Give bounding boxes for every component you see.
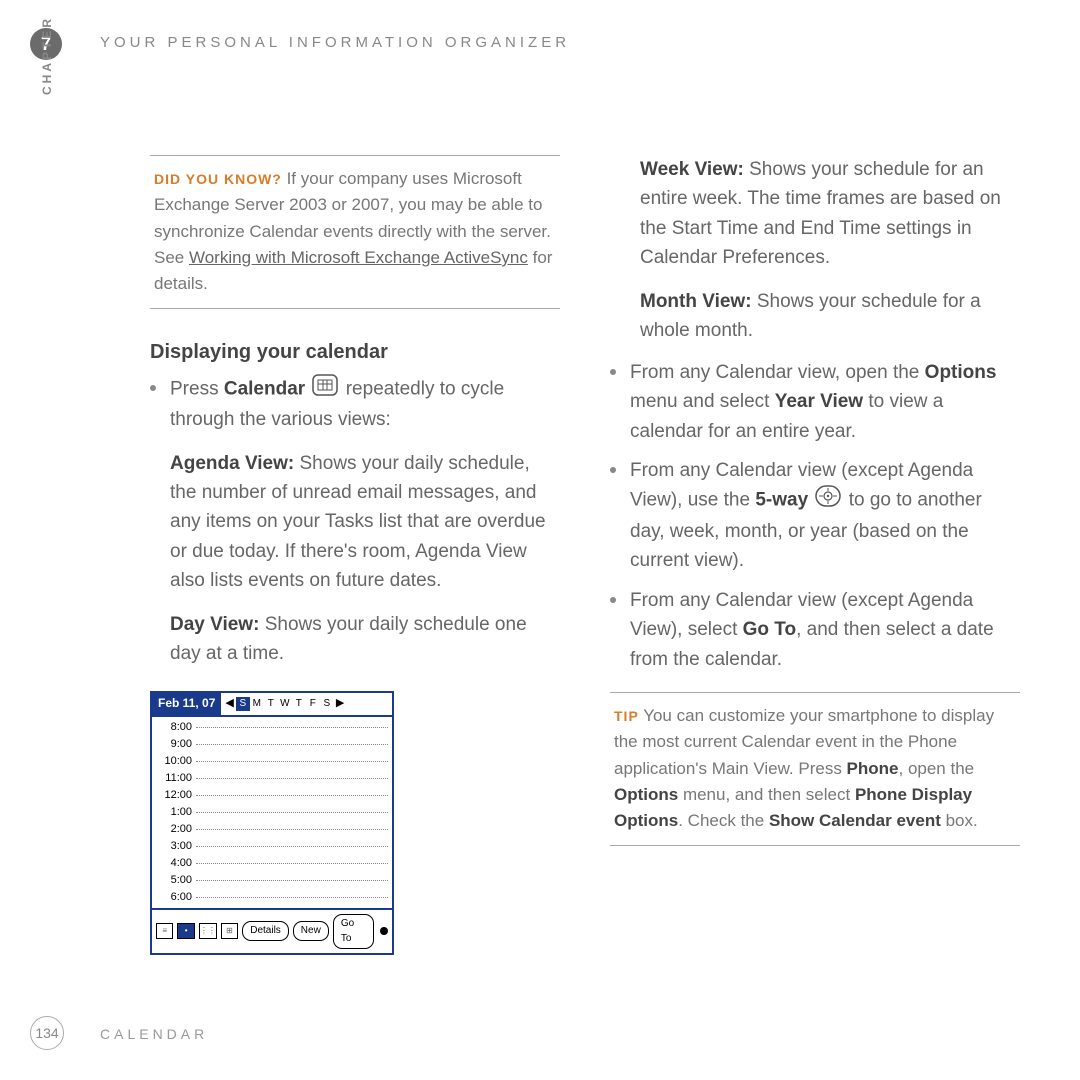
year-text-2: menu and select [630,391,775,412]
prev-arrow-icon[interactable]: ◀ [223,695,235,712]
new-button[interactable]: New [293,921,329,941]
view-icon[interactable]: ≡ [156,923,173,939]
press-text-1: Press [170,378,224,399]
next-arrow-icon[interactable]: ▶ [334,695,346,712]
day-cell[interactable]: S [320,697,334,711]
year-bold-1: Options [925,362,997,383]
view-icon[interactable]: • [177,923,194,939]
week-bold: Week View: [640,159,744,180]
goto-button[interactable]: Go To [333,914,375,949]
list-item: From any Calendar view, open the Options… [610,358,1020,446]
month-bold: Month View: [640,291,752,312]
chapter-side-label: CHAPTER [40,5,54,95]
tip-t2: , open the [899,759,975,778]
section-heading: Displaying your calendar [150,337,560,368]
view-icon[interactable]: ⊞ [221,923,238,939]
tip-b4: Show Calendar event [769,811,941,830]
tip-b1: Phone [847,759,899,778]
screenshot-body: 8:00 9:00 10:00 11:00 12:00 1:00 2:00 3:… [152,717,392,908]
left-column: DID YOU KNOW? If your company uses Micro… [150,155,560,955]
time-label: 5:00 [156,872,196,889]
time-label: 11:00 [156,770,196,787]
footer-label: CALENDAR [100,1026,208,1042]
time-label: 2:00 [156,821,196,838]
bullet-icon [610,369,616,375]
year-text-1: From any Calendar view, open the [630,362,925,383]
right-column: Week View: Shows your schedule for an en… [610,155,1020,955]
page-number: 134 [30,1016,64,1050]
did-you-know-callout: DID YOU KNOW? If your company uses Micro… [150,155,560,309]
bullet-icon [150,385,156,391]
dyk-label: DID YOU KNOW? [154,171,282,187]
day-cell[interactable]: S [236,697,250,711]
dyk-link[interactable]: Working with Microsoft Exchange ActiveSy… [189,248,528,267]
time-label: 1:00 [156,804,196,821]
tip-t5: box. [941,811,978,830]
bullet-icon [610,467,616,473]
time-label: 4:00 [156,855,196,872]
five-way-icon [815,485,841,516]
calendar-button-icon [312,374,338,405]
list-item: From any Calendar view (except Agenda Vi… [610,456,1020,576]
tip-t4: . Check the [678,811,769,830]
time-label: 12:00 [156,787,196,804]
day-cell[interactable]: T [264,697,278,711]
indicator-dot-icon [380,927,388,935]
time-label: 3:00 [156,838,196,855]
tip-b2: Options [614,785,678,804]
tip-label: TIP [614,708,639,724]
list-item: Press Calendar repeatedly to cycle throu… [150,374,560,669]
bullet-icon [610,597,616,603]
year-bold-2: Year View [775,391,863,412]
time-label: 8:00 [156,719,196,736]
day-cell[interactable]: W [278,697,292,711]
tip-t3: menu, and then select [678,785,855,804]
day-cell[interactable]: T [292,697,306,711]
tip-callout: TIP You can customize your smartphone to… [610,692,1020,846]
details-button[interactable]: Details [242,921,289,941]
list-item: From any Calendar view (except Agenda Vi… [610,586,1020,674]
press-bold: Calendar [224,378,305,399]
agenda-bold: Agenda View: [170,453,294,474]
day-cell[interactable]: M [250,697,264,711]
day-cell[interactable]: F [306,697,320,711]
day-bold: Day View: [170,614,259,635]
time-label: 10:00 [156,753,196,770]
nav-bold-1: 5-way [755,490,808,511]
goto-bold-1: Go To [743,619,796,640]
day-view-screenshot: Feb 11, 07 ◀ S M T W T F S ▶ 8:00 9:00 1… [150,691,394,955]
header-title: YOUR PERSONAL INFORMATION ORGANIZER [100,34,570,51]
time-label: 9:00 [156,736,196,753]
view-icon[interactable]: ⋮⋮ [199,923,217,939]
time-label: 6:00 [156,889,196,906]
screenshot-date: Feb 11, 07 [152,693,221,715]
